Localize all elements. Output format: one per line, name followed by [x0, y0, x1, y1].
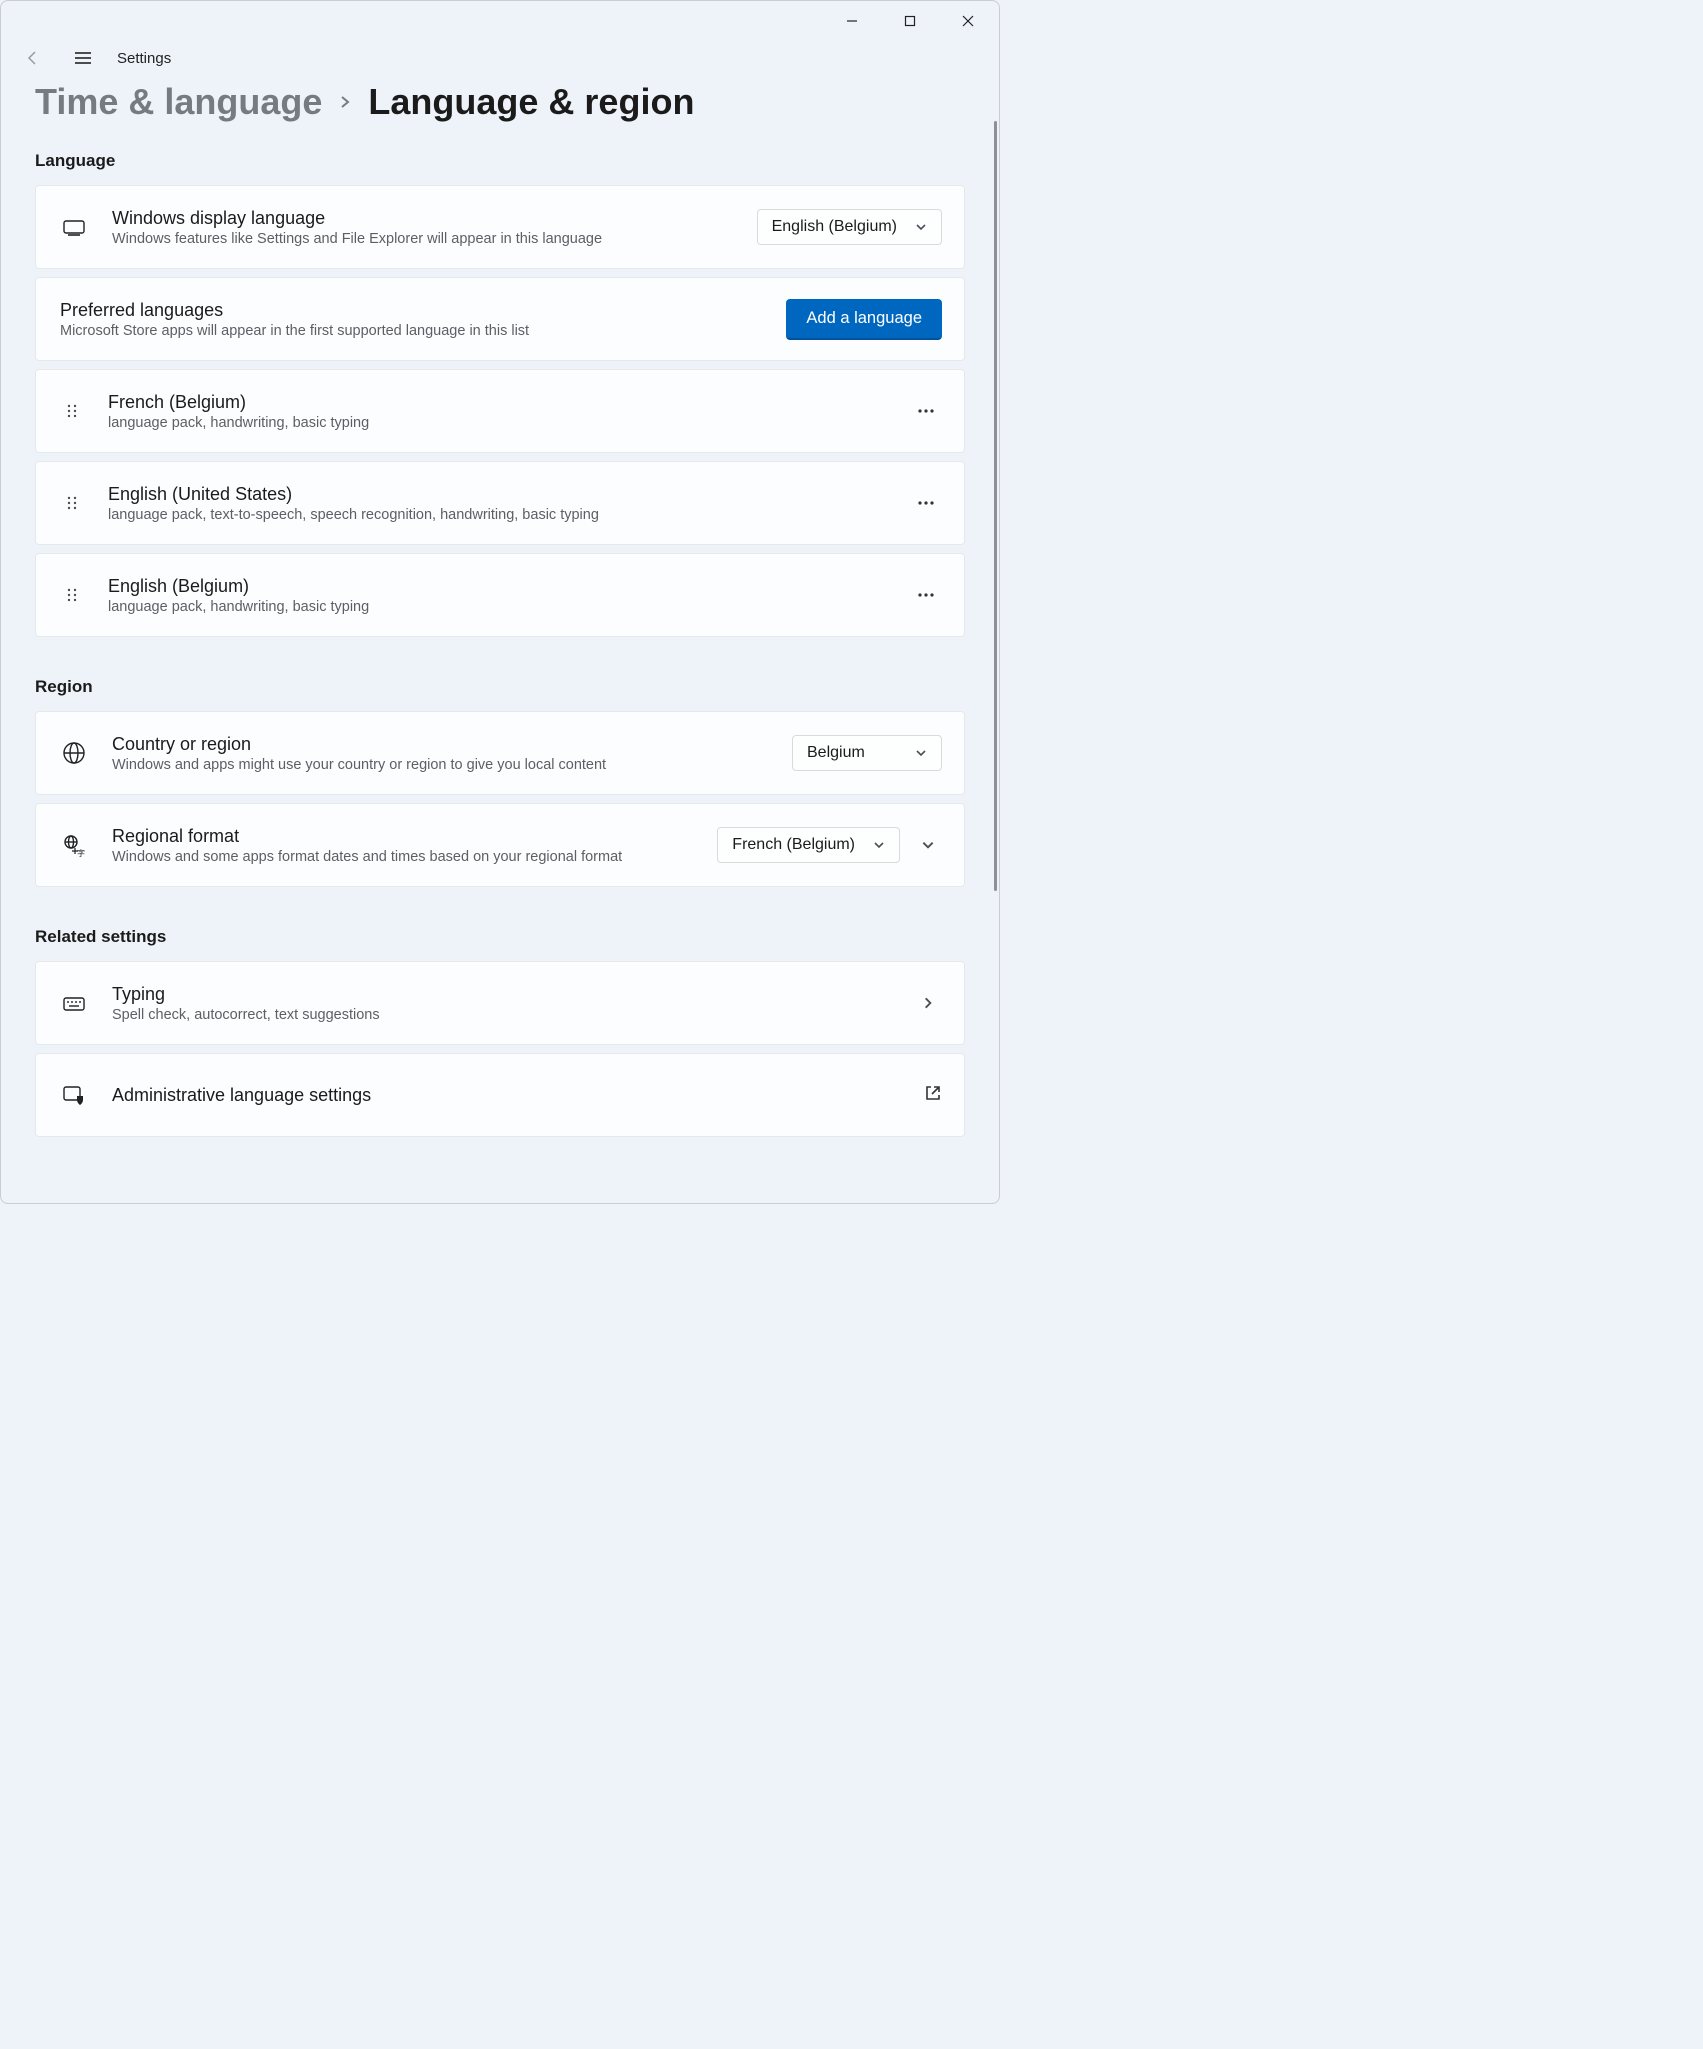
app-title: Settings — [117, 50, 171, 67]
expand-button[interactable] — [914, 838, 942, 852]
region-format-icon: 字 — [58, 832, 90, 858]
chevron-down-icon — [915, 747, 927, 759]
admin-lang-title: Administrative language settings — [112, 1085, 902, 1106]
hamburger-menu-button[interactable] — [67, 42, 99, 74]
external-link-icon — [924, 1084, 942, 1107]
breadcrumb: Time & language Language & region — [35, 81, 965, 123]
regional-format-desc: Windows and some apps format dates and t… — [112, 849, 695, 865]
drag-handle-icon[interactable] — [58, 495, 86, 511]
svg-text:字: 字 — [77, 848, 85, 858]
app-topbar: Settings — [1, 41, 999, 75]
chevron-right-icon — [914, 996, 942, 1010]
language-desc: language pack, handwriting, basic typing — [108, 415, 888, 431]
keyboard-icon — [58, 990, 90, 1016]
breadcrumb-parent[interactable]: Time & language — [35, 81, 322, 123]
windows-display-language-row: Windows display language Windows feature… — [35, 185, 965, 269]
window-minimize-button[interactable] — [829, 5, 875, 37]
section-title-language: Language — [35, 151, 965, 171]
language-item-english-belgium[interactable]: English (Belgium) language pack, handwri… — [35, 553, 965, 637]
display-language-dropdown[interactable]: English (Belgium) — [757, 209, 942, 245]
preferred-languages-desc: Microsoft Store apps will appear in the … — [60, 323, 764, 339]
administrative-language-settings-row[interactable]: Administrative language settings — [35, 1053, 965, 1137]
display-language-value: English (Belgium) — [772, 218, 897, 236]
regional-format-dropdown[interactable]: French (Belgium) — [717, 827, 900, 863]
page-title: Language & region — [368, 81, 694, 123]
country-value: Belgium — [807, 744, 865, 762]
more-options-button[interactable] — [910, 487, 942, 519]
window-close-button[interactable] — [945, 5, 991, 37]
section-title-region: Region — [35, 677, 965, 697]
language-name: English (United States) — [108, 484, 888, 505]
country-title: Country or region — [112, 734, 770, 755]
window-maximize-button[interactable] — [887, 5, 933, 37]
regional-format-row[interactable]: 字 Regional format Windows and some apps … — [35, 803, 965, 887]
language-name: English (Belgium) — [108, 576, 888, 597]
language-name: French (Belgium) — [108, 392, 888, 413]
chevron-down-icon — [915, 221, 927, 233]
section-title-related: Related settings — [35, 927, 965, 947]
page-content: Time & language Language & region Langua… — [1, 75, 999, 1203]
display-language-title: Windows display language — [112, 208, 735, 229]
preferred-languages-row: Preferred languages Microsoft Store apps… — [35, 277, 965, 361]
add-language-button[interactable]: Add a language — [786, 299, 942, 340]
more-options-button[interactable] — [910, 579, 942, 611]
language-item-french-belgium[interactable]: French (Belgium) language pack, handwrit… — [35, 369, 965, 453]
window-titlebar — [1, 1, 999, 41]
chevron-down-icon — [873, 839, 885, 851]
display-language-desc: Windows features like Settings and File … — [112, 231, 735, 247]
typing-title: Typing — [112, 984, 892, 1005]
admin-shield-icon — [58, 1082, 90, 1108]
country-region-row: Country or region Windows and apps might… — [35, 711, 965, 795]
language-item-english-us[interactable]: English (United States) language pack, t… — [35, 461, 965, 545]
scrollbar-thumb[interactable] — [994, 121, 997, 891]
drag-handle-icon[interactable] — [58, 587, 86, 603]
country-desc: Windows and apps might use your country … — [112, 757, 770, 773]
back-button[interactable] — [17, 42, 49, 74]
typing-desc: Spell check, autocorrect, text suggestio… — [112, 1007, 892, 1023]
globe-icon — [58, 740, 90, 766]
language-desc: language pack, text-to-speech, speech re… — [108, 507, 888, 523]
regional-format-title: Regional format — [112, 826, 695, 847]
language-desc: language pack, handwriting, basic typing — [108, 599, 888, 615]
regional-format-value: French (Belgium) — [732, 836, 855, 854]
drag-handle-icon[interactable] — [58, 403, 86, 419]
typing-settings-row[interactable]: Typing Spell check, autocorrect, text su… — [35, 961, 965, 1045]
chevron-right-icon — [338, 89, 352, 115]
preferred-languages-title: Preferred languages — [60, 300, 764, 321]
country-dropdown[interactable]: Belgium — [792, 735, 942, 771]
monitor-icon — [58, 214, 90, 240]
more-options-button[interactable] — [910, 395, 942, 427]
